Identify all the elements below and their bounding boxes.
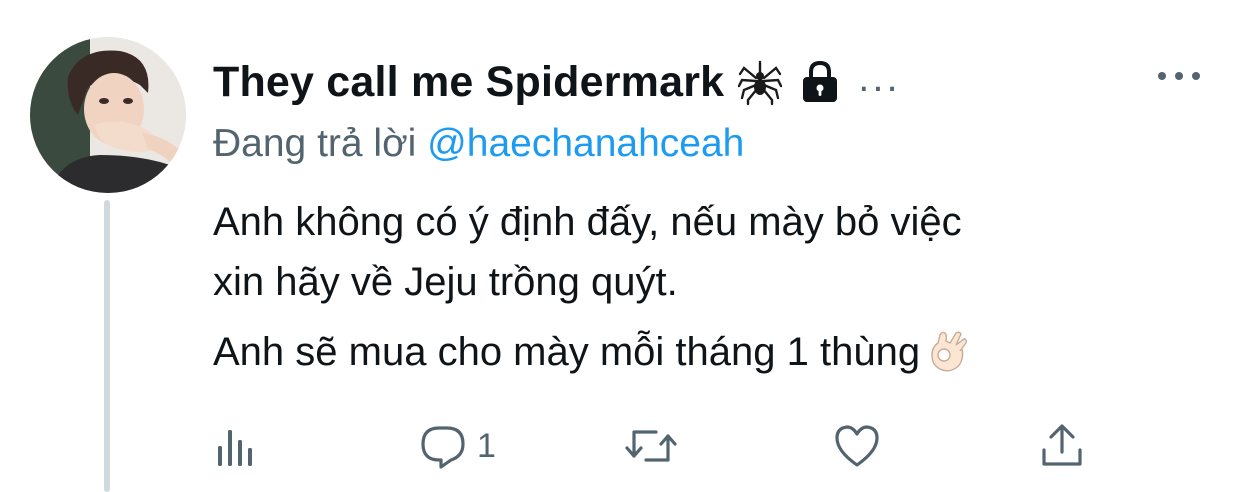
- more-dot-icon: [1158, 72, 1166, 80]
- name-overflow: ...: [858, 55, 901, 100]
- more-dot-icon: [1175, 72, 1183, 80]
- ok-hand-icon: [926, 329, 968, 373]
- retweet-button[interactable]: [624, 418, 678, 474]
- reply-mention-link[interactable]: @haechanahceah: [427, 122, 744, 165]
- reply-bubble-icon: [421, 426, 465, 469]
- tweet-text-paragraph: Anh không có ý định đấy, nếu mày bỏ việc…: [213, 192, 1213, 312]
- tweet-text-paragraph: Anh sẽ mua cho mày mỗi tháng 1 thùng: [213, 322, 1213, 382]
- retweet-icon: [625, 430, 677, 462]
- tweet-text: Anh không có ý định đấy, nếu mày bỏ việc…: [213, 192, 1213, 382]
- more-options-button[interactable]: [1158, 66, 1200, 86]
- tweet-text-line: xin hãy về Jeju trồng quýt.: [213, 260, 678, 304]
- share-button[interactable]: [1040, 418, 1084, 474]
- replying-to: Đang trả lời @haechanahceah: [213, 122, 744, 166]
- tweet-text-line: Anh không có ý định đấy, nếu mày bỏ việc: [213, 200, 962, 244]
- share-icon: [1042, 424, 1082, 466]
- tweet-actions: 1: [0, 418, 1242, 474]
- spider-icon: [738, 58, 783, 106]
- tweet: They call me Spidermark ... Đang trả lời…: [0, 0, 1242, 492]
- heart-icon: [835, 425, 879, 467]
- avatar[interactable]: [30, 37, 186, 193]
- more-dot-icon: [1192, 72, 1200, 80]
- reply-prefix: Đang trả lời: [213, 122, 417, 165]
- reply-count: 1: [477, 426, 496, 465]
- lock-icon: [800, 60, 840, 104]
- tweet-text-line: Anh sẽ mua cho mày mỗi tháng 1 thùng: [213, 330, 921, 374]
- display-name[interactable]: They call me Spidermark: [213, 58, 724, 107]
- like-button[interactable]: [833, 418, 881, 474]
- analytics-button[interactable]: [214, 418, 258, 474]
- tweet-header: They call me Spidermark ...: [213, 52, 901, 112]
- analytics-icon: [218, 430, 252, 466]
- reply-button[interactable]: 1: [419, 418, 496, 474]
